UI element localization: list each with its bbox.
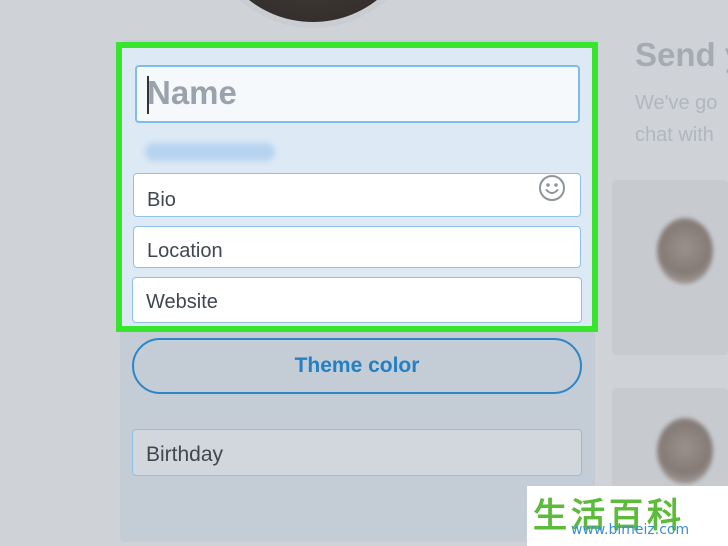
theme-color-button[interactable]: Theme color [132, 338, 582, 394]
website-input[interactable]: Website [132, 277, 582, 323]
bio-input[interactable]: Bio [133, 173, 581, 217]
name-input[interactable]: Name [135, 65, 580, 123]
birthday-label: Birthday [146, 443, 224, 466]
right-panel-title: Send y [635, 36, 728, 73]
watermark-url: www.bimeiz.com [571, 522, 690, 538]
smiley-icon[interactable] [538, 174, 566, 202]
name-placeholder: Name [147, 74, 237, 111]
username-handle [145, 143, 275, 161]
location-input[interactable]: Location [133, 226, 581, 268]
birthday-field[interactable]: Birthday [132, 429, 582, 476]
watermark: 生活百科 www.bimeiz.com [527, 486, 728, 546]
right-panel-line-2: chat with [635, 124, 714, 146]
right-panel-line-1: We've go [635, 92, 718, 114]
website-placeholder: Website [146, 291, 218, 313]
bio-placeholder: Bio [147, 189, 176, 211]
suggestion-avatar-1 [657, 218, 713, 284]
suggestion-avatar-2 [657, 418, 713, 484]
location-placeholder: Location [147, 240, 223, 262]
profile-avatar[interactable] [203, 0, 423, 28]
